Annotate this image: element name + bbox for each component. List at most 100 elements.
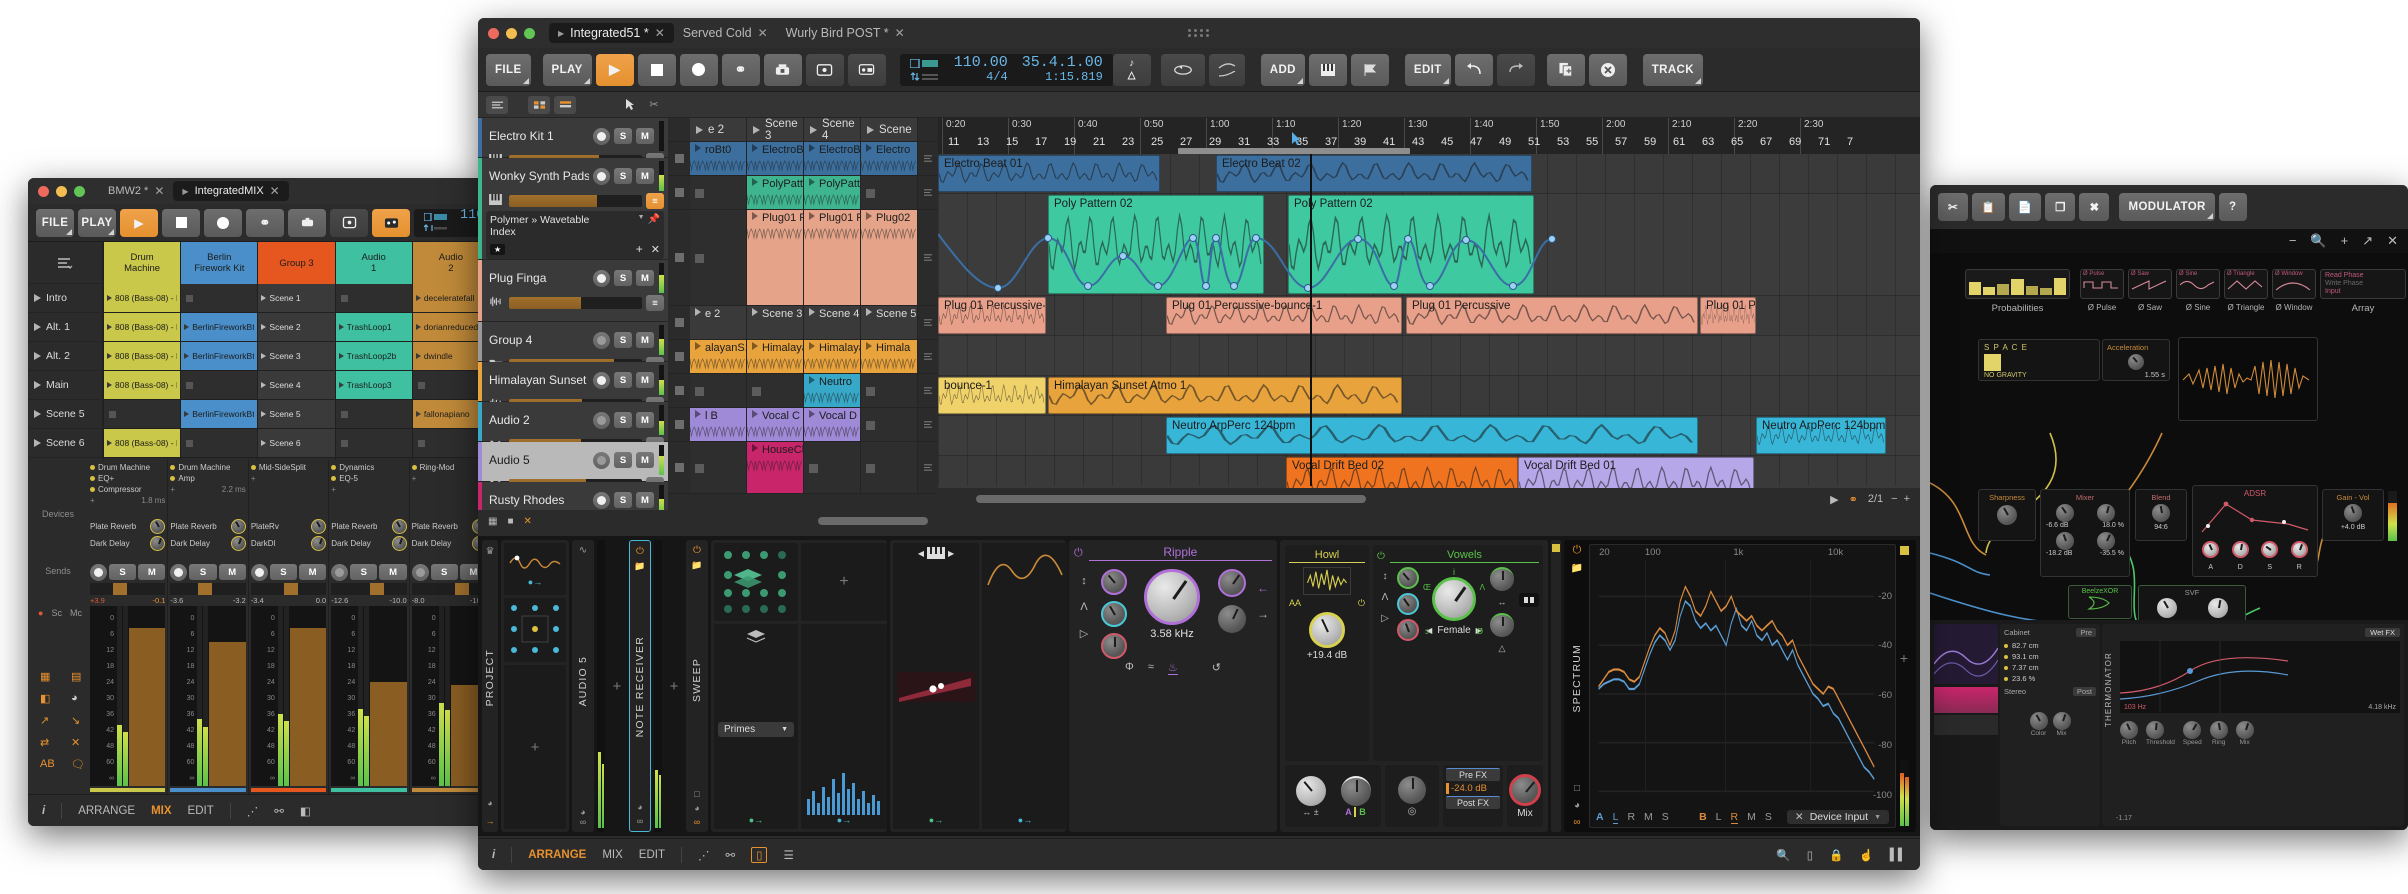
flag-button[interactable] [1350, 53, 1389, 86]
add-device-icon[interactable]: + [412, 474, 417, 483]
stop-icon[interactable] [695, 464, 704, 473]
mod-wave-cell[interactable]: ●→ [504, 543, 566, 595]
close-light[interactable] [38, 185, 49, 197]
ripple-main-knob[interactable] [1144, 569, 1200, 625]
mute-button[interactable]: M [636, 412, 654, 428]
maximize-light[interactable] [74, 185, 85, 197]
vowels-knob-3[interactable] [1397, 619, 1419, 641]
device-list[interactable]: Dynamics EQ-5 + [331, 462, 406, 518]
send-list[interactable]: Plate Reverb Dark Delay [170, 518, 246, 562]
mute-button[interactable]: M [636, 128, 654, 144]
ripple-knob-3[interactable] [1101, 633, 1127, 659]
track-header[interactable]: Group 3 [258, 242, 335, 284]
automation-point[interactable] [1230, 282, 1238, 290]
decay-icon[interactable]: ▷ [1381, 613, 1389, 624]
vertical-arrow-icon[interactable]: ↕ [1081, 575, 1087, 587]
track-menu-button[interactable]: ≡ [646, 193, 664, 209]
power-icon[interactable]: ⏻ [693, 545, 701, 556]
automation-point[interactable] [1154, 282, 1162, 290]
solo-button[interactable]: S [614, 270, 632, 286]
mute-button[interactable]: M [218, 564, 246, 580]
vowels-device[interactable]: ⏻ Vowels ↕ Λ ▷ i Œ Λ ɔ Ø ◀ Female ▶ ↔ △ [1373, 545, 1543, 761]
mixer-channels[interactable]: Drum Machine EQ+ Compressor +1.8 ms Plate Re… [88, 460, 490, 794]
send-slot[interactable]: Dark Delay [90, 535, 166, 552]
play-icon[interactable] [261, 353, 267, 359]
send-list[interactable]: Plate Reverb Dark Delay [412, 518, 488, 562]
layer-matrix-cell[interactable] [714, 543, 798, 621]
metronome-button[interactable]: ♪ △ [1112, 53, 1151, 86]
device-list[interactable]: Drum Machine EQ+ Compressor +1.8 ms [90, 462, 165, 518]
pan-control[interactable] [90, 583, 166, 595]
close-icon[interactable]: ✕ [895, 26, 905, 40]
send-knob[interactable] [311, 519, 327, 534]
clip-cell[interactable]: l B [690, 408, 747, 442]
vowels-knob-1[interactable] [1397, 567, 1419, 589]
spectrum-device[interactable]: ⏻ 📁 SPECTRUM □ ◕ ∞ 20 100 1k 10k -20 -40 -60 -… [1564, 540, 1916, 832]
clip-cell[interactable]: Scene 3 [258, 342, 335, 371]
send-list[interactable]: PlateRv DarkDl [251, 518, 327, 562]
stop-cell[interactable] [668, 442, 690, 494]
project-modulators[interactable]: ●→ + [501, 540, 569, 832]
stereo-knob[interactable] [1398, 775, 1426, 804]
track-header-wonky-synth-pads[interactable]: Wonky Synth Pads S M ≡ Polymer » Wavetable In… [478, 158, 668, 260]
clip-cell[interactable]: BerlinFireworkBt0 [181, 313, 258, 342]
stereo-knob-panel[interactable]: ◎ [1385, 765, 1439, 827]
file-menu-button[interactable]: FILE [36, 208, 74, 237]
play-icon[interactable] [184, 324, 190, 330]
sync-button[interactable] [805, 53, 844, 86]
audio5-strip[interactable]: ∿ AUDIO 5 ◕ ∞ [572, 540, 594, 832]
window-lights[interactable] [38, 185, 85, 197]
automation-point[interactable] [1202, 282, 1210, 290]
module-gain-vol[interactable]: Gain - Vol +4.0 dB [2322, 489, 2384, 541]
mute-button[interactable]: M [636, 332, 654, 348]
post-label[interactable]: Post [2072, 687, 2096, 696]
loop-button[interactable] [1160, 53, 1205, 86]
clip-cell[interactable]: ElectroBt0 [804, 142, 861, 176]
chain-icon[interactable]: ∞ [694, 817, 700, 827]
play-icon[interactable] [107, 295, 112, 301]
stop-icon[interactable] [417, 381, 425, 389]
automation-lane[interactable] [938, 230, 1920, 294]
track-top-row[interactable]: Himalayan Sunset S M [483, 362, 668, 395]
lfo-shape-cell[interactable]: ●→ [982, 543, 1068, 829]
stop-icon[interactable] [340, 439, 348, 447]
automation-point[interactable] [1462, 236, 1470, 244]
phase-icon[interactable]: Φ [1125, 661, 1134, 675]
play-icon[interactable] [261, 440, 267, 446]
play-icon[interactable] [261, 324, 267, 330]
cabinet-value[interactable]: 93.1 cm [2004, 651, 2096, 662]
automation-point[interactable] [1404, 235, 1412, 243]
delete-button[interactable]: ✖ [2079, 193, 2110, 221]
zoom-in-icon[interactable]: + [1904, 493, 1910, 505]
solo-button[interactable]: S [614, 372, 632, 388]
record-button[interactable] [90, 564, 107, 581]
fade-button[interactable] [1208, 53, 1245, 86]
track-top-row[interactable]: Plug Finga S M [483, 260, 668, 293]
play-mode-button[interactable]: PLAY [78, 208, 116, 237]
close-icon[interactable]: ✕ [2387, 233, 2398, 249]
stop-icon[interactable] [340, 410, 348, 418]
clip-cell[interactable]: Scene 1 [258, 284, 335, 313]
pre-fx-button[interactable]: Pre FX [1446, 768, 1500, 781]
queue-cell[interactable] [918, 210, 938, 306]
module-triangle[interactable]: Ø Triangle [2224, 269, 2268, 299]
chain-icon[interactable]: ∞ [580, 817, 586, 827]
left-window-titlebar[interactable]: BMW2 * ✕ ▶ IntegratedMIX ✕ [28, 178, 490, 204]
knife-tool-icon[interactable]: ✂ [644, 96, 664, 114]
module-saw[interactable]: Ø Saw [2128, 269, 2172, 299]
blend-knob[interactable] [2152, 504, 2170, 522]
modulator-group[interactable]: Howl AA ⏻ +19.4 dB ⏻ Vowels ↕ Λ ▷ i Œ Λ … [1280, 540, 1548, 832]
stop-cell[interactable] [668, 408, 690, 442]
clip-cell[interactable]: Vocal D [804, 408, 861, 442]
stop-cell[interactable] [668, 374, 690, 408]
ripple-knob-5[interactable] [1218, 605, 1246, 633]
clip-cell[interactable]: PolyPatter02 [747, 176, 804, 210]
swap-icon[interactable]: ⇄ [40, 736, 62, 749]
add-device-icon[interactable]: + [331, 485, 336, 494]
vertical-arrow-icon[interactable]: ↕ [1383, 571, 1388, 582]
ripple-knob-4[interactable] [1218, 569, 1246, 597]
clip-cell[interactable]: Scene 6 [258, 429, 335, 458]
scene-row[interactable]: Scene 5 [28, 400, 103, 429]
right-toolbar[interactable]: ✂ 📋 📄 ❐ ✖ MODULATOR ? [1930, 185, 2408, 229]
mixer-toggles[interactable]: ● Sc Mc [28, 600, 88, 618]
